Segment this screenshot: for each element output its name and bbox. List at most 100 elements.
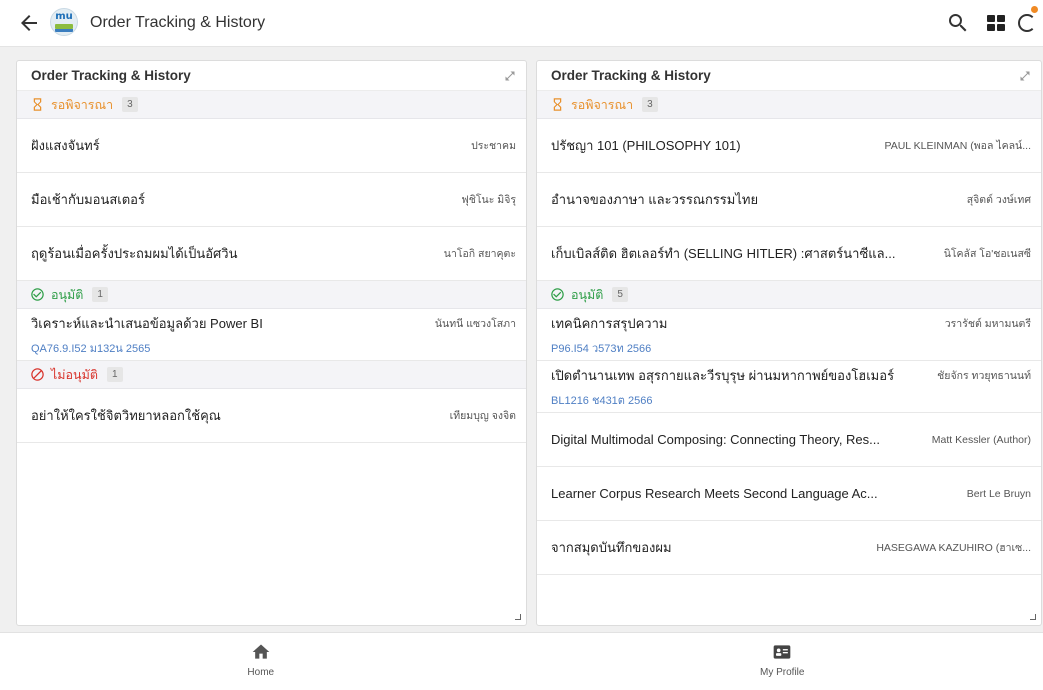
order-list: รอพิจารณา 3 ฝังแสงจันทร์ ประชาคมมือเช้ากับม… [17,91,526,443]
list-item[interactable]: ฤดูร้อนเมื่อครั้งประถมผมได้เป็นอัศวิน นาโ… [17,227,526,281]
book-title: วิเคราะห์และนำเสนอข้อมูลด้วย Power BI [31,315,263,331]
logo-stripe [55,29,73,32]
book-title: ปรัชญา 101 (PHILOSOPHY 101) [551,138,741,153]
list-item-row: ฤดูร้อนเมื่อครั้งประถมผมได้เป็นอัศวิน นาโ… [31,243,516,264]
bottom-navigation: Home My Profile [0,632,1043,690]
book-author: PAUL KLEINMAN (พอล ไคลน์... [884,140,1031,152]
panel-title: Order Tracking & History [551,68,711,83]
book-title: ฤดูร้อนเมื่อครั้งประถมผมได้เป็นอัศวิน [31,246,238,261]
expand-button[interactable] [504,70,516,82]
list-item[interactable]: จากสมุดบันทึกของผม HASEGAWA KAZUHIRO (ฮาเ… [537,521,1041,575]
list-item-row: เก็บเบิลส์ติด ฮิตเลอร์ทำ (SELLING HITLER… [551,243,1031,264]
nav-label-home: Home [247,667,275,678]
section-status-icon [550,287,565,302]
hourglass-icon [33,98,42,111]
list-item[interactable]: มือเช้ากับมอนสเตอร์ ฟุชิโนะ มิจิรุ [17,173,526,227]
book-author: ชัยจักร ทวยุทธานนท์ [937,369,1031,382]
book-title: มือเช้ากับมอนสเตอร์ [31,192,145,207]
hourglass-icon [553,98,562,111]
app-title: Order Tracking & History [90,14,266,31]
section-header-approved[interactable]: อนุมัติ 5 [537,281,1041,309]
section-status-icon [550,97,565,112]
resize-handle[interactable] [1030,614,1036,620]
order-panel-left: Order Tracking & History รอพิจารณา 3 ฝังแสง… [16,60,527,626]
book-title: ฝังแสงจันทร์ [31,138,100,153]
section-label: ไม่อนุมัติ [51,367,98,382]
list-item-row: เทคนิคการสรุปความ วรารัชต์ มหามนตรี [551,313,1031,334]
nav-label-profile: My Profile [760,667,805,678]
list-item[interactable]: อำนาจของภาษา และวรรณกรรมไทย สุจิตต์ วงษ์เ… [537,173,1041,227]
nav-my-profile[interactable]: My Profile [522,633,1043,690]
book-author: นันทนี แซวงโสภา [434,317,516,330]
list-item[interactable]: เปิดตำนานเทพ อสุรกายและวีรบุรุษ ผ่านมหาก… [537,361,1041,413]
resize-handle[interactable] [515,614,521,620]
panel-header: Order Tracking & History [537,61,1041,91]
book-title: อำนาจของภาษา และวรรณกรรมไทย [551,192,759,207]
book-author: วรารัชต์ มหามนตรี [944,317,1031,330]
call-number: BL1216 ช431ต 2566 [551,394,653,407]
book-author: นาโอกิ สยาคุตะ [443,248,516,260]
section-status-icon [30,367,45,382]
panel-title: Order Tracking & History [31,68,191,83]
list-item-row: Learner Corpus Research Meets Second Lan… [551,486,1031,501]
list-item[interactable]: Digital Multimodal Composing: Connecting… [537,413,1041,467]
book-title: Learner Corpus Research Meets Second Lan… [551,486,878,501]
book-author: นิโคลัส โอ'ชอเนสซี [943,248,1031,260]
list-item-row: ฝังแสงจันทร์ ประชาคม [31,135,516,156]
back-button[interactable] [17,11,41,35]
count-badge: 5 [612,287,628,302]
logo-text: mu [55,11,73,22]
list-item-row: อำนาจของภาษา และวรรณกรรมไทย สุจิตต์ วงษ์เ… [551,189,1031,210]
list-item-row: จากสมุดบันทึกของผม HASEGAWA KAZUHIRO (ฮาเ… [551,537,1031,558]
section-label: รอพิจารณา [571,97,634,112]
list-item[interactable]: เทคนิคการสรุปความ วรารัชต์ มหามนตรี P96.I5… [537,309,1041,361]
search-icon [949,14,967,32]
call-number: QA76.9.I52 ม132น 2565 [31,342,151,355]
check-circle-icon [31,288,44,301]
book-author: Bert Le Bruyn [966,487,1031,500]
nav-home[interactable]: Home [0,633,522,690]
list-item[interactable]: ปรัชญา 101 (PHILOSOPHY 101) PAUL KLEINMAN… [537,119,1041,173]
section-label: อนุมัติ [571,287,604,302]
expand-icon [1020,71,1030,80]
panel-header: Order Tracking & History [17,61,526,91]
list-item[interactable]: เก็บเบิลส์ติด ฮิตเลอร์ทำ (SELLING HITLER… [537,227,1041,281]
section-header-pending[interactable]: รอพิจารณา 3 [537,91,1041,119]
orders-workspace: Order Tracking & History รอพิจารณา 3 ฝังแสง… [0,47,1043,632]
check-circle-icon [551,288,564,301]
library-logo: mu [50,8,78,36]
list-item-row: อย่าให้ใครใช้จิตวิทยาหลอกใช้คุณ เทียมบุญ … [31,405,516,426]
grid-view-button[interactable] [984,11,1008,35]
book-title: เก็บเบิลส์ติด ฮิตเลอร์ทำ (SELLING HITLER… [551,246,896,261]
section-header-pending[interactable]: รอพิจารณา 3 [17,91,526,119]
list-item-row: วิเคราะห์และนำเสนอข้อมูลด้วย Power BI นัน… [31,313,516,334]
book-author: เทียมบุญ จงจิต [449,410,516,422]
book-author: HASEGAWA KAZUHIRO (ฮาเซ... [876,542,1031,554]
list-item-row: Digital Multimodal Composing: Connecting… [551,432,1031,447]
section-status-icon [30,97,45,112]
section-header-rejected[interactable]: ไม่อนุมัติ 1 [17,361,526,389]
profile-card-icon [773,645,791,659]
book-author: สุจิตต์ วงษ์เทศ [966,194,1031,206]
home-icon [252,644,270,659]
search-button[interactable] [946,11,970,35]
list-item-row: เปิดตำนานเทพ อสุรกายและวีรบุรุษ ผ่านมหาก… [551,365,1031,386]
section-label: อนุมัติ [51,287,84,302]
grid-icon [987,15,1005,31]
call-number: P96.I54 ว573ท 2566 [551,342,652,355]
list-item[interactable]: อย่าให้ใครใช้จิตวิทยาหลอกใช้คุณ เทียมบุญ … [17,389,526,443]
list-item[interactable]: Learner Corpus Research Meets Second Lan… [537,467,1041,521]
book-title: จากสมุดบันทึกของผม [551,540,672,555]
order-list: รอพิจารณา 3 ปรัชญา 101 (PHILOSOPHY 101) PAU… [537,91,1041,575]
book-author: ฟุชิโนะ มิจิรุ [461,194,516,206]
expand-button[interactable] [1019,70,1031,82]
section-status-icon [30,287,45,302]
section-header-approved[interactable]: อนุมัติ 1 [17,281,526,309]
section-label: รอพิจารณา [51,97,114,112]
count-badge: 3 [642,97,658,112]
book-title: เทคนิคการสรุปความ [551,315,668,331]
book-title: Digital Multimodal Composing: Connecting… [551,432,880,447]
list-item-row: มือเช้ากับมอนสเตอร์ ฟุชิโนะ มิจิรุ [31,189,516,210]
list-item[interactable]: ฝังแสงจันทร์ ประชาคม [17,119,526,173]
list-item[interactable]: วิเคราะห์และนำเสนอข้อมูลด้วย Power BI นัน… [17,309,526,361]
